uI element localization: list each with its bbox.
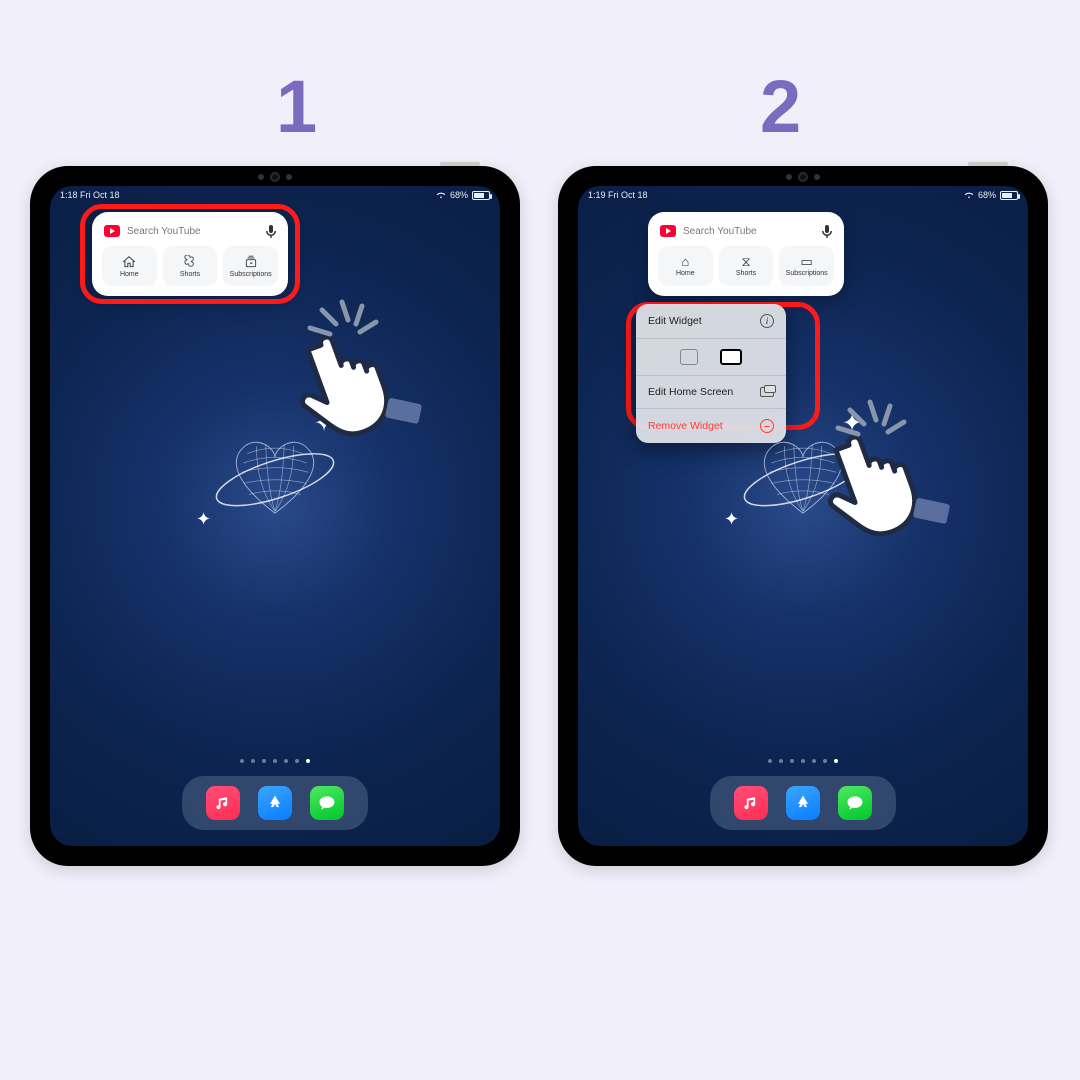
tile-label: Shorts: [736, 270, 756, 277]
menu-edit-widget[interactable]: Edit Widget i: [636, 304, 786, 339]
youtube-logo-icon: [104, 225, 120, 237]
youtube-search-bar[interactable]: Search YouTube: [658, 222, 834, 246]
home-icon: [122, 255, 136, 269]
widget-tile-subscriptions[interactable]: ▭ Subscriptions: [779, 246, 834, 286]
status-time-date: 1:18 Fri Oct 18: [60, 190, 120, 200]
tile-label: Home: [120, 271, 139, 278]
battery-percent: 68%: [978, 190, 996, 200]
tap-hand-cursor: [258, 300, 428, 475]
tile-label: Subscriptions: [230, 271, 272, 278]
menu-widget-sizes[interactable]: [636, 339, 786, 376]
ipad-frame-1: 1:18 Fri Oct 18 68% Search YouTube: [30, 166, 520, 866]
status-bar: 1:18 Fri Oct 18 68%: [50, 190, 500, 200]
menu-label: Remove Widget: [648, 420, 723, 432]
app-messages[interactable]: [310, 786, 344, 820]
youtube-logo-icon: [660, 225, 676, 237]
notch: [235, 172, 315, 182]
youtube-widget[interactable]: Search YouTube ⌂ Home ⧖ Shorts ▭ Subscri…: [648, 212, 844, 296]
page-indicator[interactable]: [240, 759, 310, 763]
app-apple-music[interactable]: [734, 786, 768, 820]
status-time-date: 1:19 Fri Oct 18: [588, 190, 648, 200]
sparkle-icon: ✦: [196, 509, 211, 530]
shorts-icon: ⧖: [741, 255, 750, 268]
size-medium-icon[interactable]: [720, 349, 742, 365]
step-number-2: 2: [760, 64, 801, 149]
dock: [710, 776, 896, 830]
mic-icon[interactable]: [822, 224, 832, 238]
widget-tile-subscriptions[interactable]: Subscriptions: [223, 246, 278, 286]
widget-tile-shorts[interactable]: Shorts: [163, 246, 218, 286]
wifi-icon: [964, 191, 974, 199]
widget-tile-home[interactable]: ⌂ Home: [658, 246, 713, 286]
subscriptions-icon: [244, 255, 258, 269]
battery-icon: [1000, 191, 1018, 200]
size-small-icon[interactable]: [680, 349, 698, 365]
widget-tile-shorts[interactable]: ⧖ Shorts: [719, 246, 774, 286]
tile-label: Home: [676, 270, 695, 277]
home-icon: ⌂: [681, 255, 689, 268]
notch: [763, 172, 843, 182]
wifi-icon: [436, 191, 446, 199]
app-app-store[interactable]: [786, 786, 820, 820]
youtube-search-bar[interactable]: Search YouTube: [102, 222, 278, 246]
mic-icon[interactable]: [266, 224, 276, 238]
battery-percent: 68%: [450, 190, 468, 200]
tile-label: Shorts: [180, 271, 200, 278]
youtube-widget-wrap: Search YouTube Home Shorts Subscriptions: [92, 212, 288, 296]
search-placeholder: Search YouTube: [127, 226, 259, 237]
dock: [182, 776, 368, 830]
apps-grid-icon: [760, 387, 774, 397]
menu-label: Edit Widget: [648, 315, 702, 327]
widget-tile-home[interactable]: Home: [102, 246, 157, 286]
battery-icon: [472, 191, 490, 200]
info-icon: i: [760, 314, 774, 328]
app-apple-music[interactable]: [206, 786, 240, 820]
app-messages[interactable]: [838, 786, 872, 820]
step-number-1: 1: [276, 64, 317, 149]
menu-edit-home-screen[interactable]: Edit Home Screen: [636, 376, 786, 409]
shorts-icon: [183, 255, 197, 269]
search-placeholder: Search YouTube: [683, 226, 815, 237]
status-bar: 1:19 Fri Oct 18 68%: [578, 190, 1028, 200]
tap-hand-cursor: [786, 400, 956, 575]
app-app-store[interactable]: [258, 786, 292, 820]
sparkle-icon: ✦: [724, 509, 739, 530]
tile-label: Subscriptions: [786, 270, 828, 277]
menu-label: Edit Home Screen: [648, 386, 733, 398]
youtube-widget[interactable]: Search YouTube Home Shorts Subscriptions: [92, 212, 288, 296]
home-screen[interactable]: 1:18 Fri Oct 18 68% Search YouTube: [50, 186, 500, 846]
subscriptions-icon: ▭: [801, 255, 813, 268]
page-indicator[interactable]: [768, 759, 838, 763]
